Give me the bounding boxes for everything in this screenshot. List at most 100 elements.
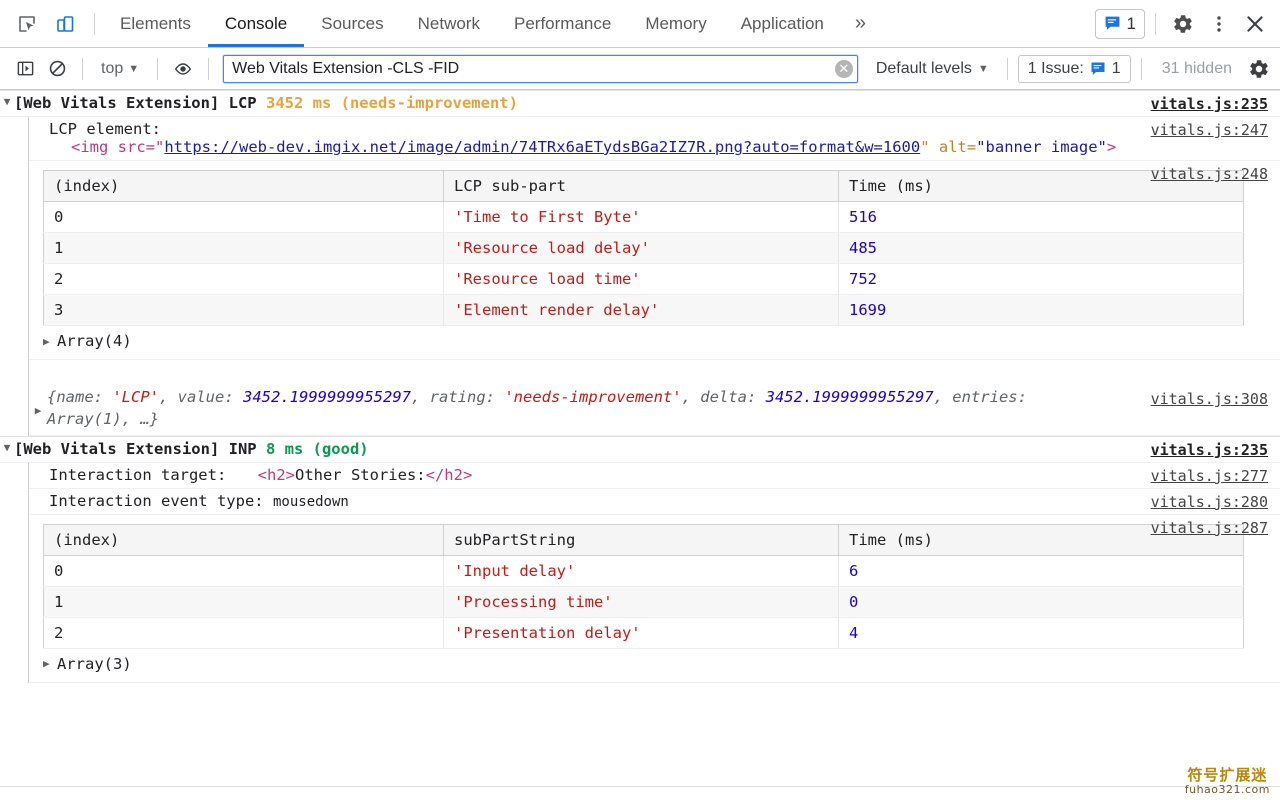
obj-open-brace: { (47, 388, 57, 406)
lcp-array-expander[interactable]: ▶ Array(4) (29, 328, 1280, 355)
clipped-message-text (0, 787, 1280, 796)
clear-filter-icon[interactable]: ✕ (834, 59, 853, 78)
cell-time: 6 (838, 555, 1244, 587)
console-message-list[interactable]: ▼ [Web Vitals Extension] LCP 3452 ms (ne… (0, 90, 1280, 800)
cell-subpart: 'Resource load delay' (443, 232, 839, 264)
tab-performance-label: Performance (513, 13, 612, 33)
tab-network-label: Network (417, 13, 480, 33)
inp-table-head: (index) subPartString Time (ms) (43, 524, 1244, 556)
inp-table-source-link[interactable]: vitals.js:287 (1151, 519, 1268, 537)
img-tag-close: > (1106, 138, 1117, 156)
console-message-lcp-object[interactable]: ▶ {name: 'LCP', value: 3452.199999995529… (29, 360, 1280, 436)
interaction-target-body: Interaction target: <h2>Other Stories:</… (29, 463, 1280, 488)
interaction-target-source-link[interactable]: vitals.js:277 (1151, 467, 1268, 485)
issues-filter-button[interactable]: 1 Issue: 1 (1017, 54, 1131, 83)
chevron-right-icon[interactable]: ▶ (43, 657, 55, 670)
more-tabs-button[interactable]: » (841, 0, 880, 47)
tabbar-right-controls: 1 (1094, 0, 1280, 47)
issue-message-icon (1091, 62, 1105, 75)
live-expression-icon (175, 62, 192, 75)
tab-network[interactable]: Network (401, 0, 497, 47)
tab-console[interactable]: Console (207, 0, 305, 47)
console-sidebar-icon (17, 61, 33, 76)
inp-subparts-table: (index) subPartString Time (ms) 0 'Input… (43, 523, 1244, 649)
panel-tabs: Elements Console Sources Network Perform… (103, 0, 1095, 47)
table-row: 0 'Time to First Byte' 516 (43, 201, 1244, 233)
console-message-lcp-element[interactable]: LCP element: <img src="https://web-dev.i… (29, 117, 1280, 161)
obj-val-entries: Array(1), …} (47, 410, 159, 429)
tabbar-left-controls (0, 0, 103, 47)
clear-console-button[interactable] (42, 54, 72, 84)
obj-key-name: name: (56, 388, 113, 406)
obj-val-value: 3452.1999999955297 (243, 388, 411, 406)
console-message-inp-table[interactable]: (index) subPartString Time (ms) 0 'Input… (29, 515, 1280, 683)
tab-sources[interactable]: Sources (304, 0, 400, 47)
filter-input[interactable] (232, 59, 835, 78)
lcp-col-index: (index) (43, 170, 444, 202)
tab-application[interactable]: Application (724, 0, 841, 47)
console-message-interaction-event[interactable]: Interaction event type: mousedown vitals… (29, 489, 1280, 515)
console-message-interaction-target[interactable]: Interaction target: <h2>Other Stories:</… (29, 463, 1280, 489)
live-expression-button[interactable] (168, 54, 198, 84)
interaction-event-source-link[interactable]: vitals.js:280 (1151, 493, 1268, 511)
inspect-element-icon (19, 15, 35, 32)
inp-metric-value: 8 ms (good) (265, 439, 369, 458)
chevron-double-right-icon: » (854, 12, 867, 34)
lcp-object-body: ▶ {name: 'LCP', value: 3452.199999995529… (29, 360, 1280, 435)
cell-index: 1 (43, 232, 444, 264)
log-levels-selector[interactable]: Default levels ▼ (868, 55, 997, 83)
lcp-object-source-link[interactable]: vitals.js:308 (1151, 390, 1268, 408)
inspect-element-button[interactable] (10, 7, 44, 41)
lcp-table-source-link[interactable]: vitals.js:248 (1151, 165, 1268, 183)
console-message-lcp-group[interactable]: ▼ [Web Vitals Extension] LCP 3452 ms (ne… (0, 90, 1280, 117)
chevron-down-icon: ▼ (977, 62, 989, 75)
console-sidebar-toggle[interactable] (10, 54, 40, 84)
execution-context-selector[interactable]: top ▼ (93, 55, 147, 83)
device-toolbar-button[interactable] (48, 7, 82, 41)
table-header-row: (index) LCP sub-part Time (ms) (43, 170, 1244, 202)
devtools-more-options-button[interactable] (1202, 7, 1236, 41)
cell-subpart: 'Processing time' (443, 586, 839, 618)
execution-context-label: top (101, 59, 124, 77)
cell-index: 0 (43, 201, 444, 233)
console-settings-button[interactable] (1244, 54, 1274, 84)
console-message-inp-group[interactable]: ▼ [Web Vitals Extension] INP 8 ms (good)… (0, 435, 1280, 463)
lcp-element-source-link[interactable]: vitals.js:247 (1151, 121, 1268, 139)
inp-col-subpart: subPartString (443, 524, 839, 556)
tab-performance[interactable]: Performance (497, 0, 628, 47)
lcp-element-label: LCP element: (49, 120, 161, 138)
filterbar-divider-1 (82, 57, 83, 80)
devtools-tabbar: Elements Console Sources Network Perform… (0, 0, 1280, 48)
obj-val-name: 'LCP' (112, 388, 160, 406)
obj-key-value: , value: (159, 388, 244, 406)
lcp-source-link[interactable]: vitals.js:235 (1151, 95, 1268, 113)
inp-array-expander[interactable]: ▶ Array(3) (29, 651, 1280, 678)
cell-subpart: 'Time to First Byte' (443, 201, 839, 233)
group-expand-toggle[interactable]: ▼ (0, 437, 14, 454)
lcp-element-label-row: LCP element: (49, 120, 1280, 138)
gear-icon (1174, 14, 1192, 33)
console-filter-field[interactable]: ✕ (223, 54, 858, 83)
inp-group-content: Interaction target: <h2>Other Stories:</… (28, 462, 1280, 683)
img-src-url[interactable]: https://web-dev.imgix.net/image/admin/74… (164, 138, 920, 156)
lcp-img-markup: <img src="https://web-dev.imgix.net/imag… (49, 138, 1280, 156)
tab-elements[interactable]: Elements (103, 0, 208, 47)
close-devtools-button[interactable] (1238, 7, 1272, 41)
issues-counter-button[interactable]: 1 (1094, 8, 1145, 39)
console-message-lcp-table[interactable]: (index) LCP sub-part Time (ms) 0 'Time t… (29, 161, 1280, 360)
devtools-settings-button[interactable] (1166, 7, 1200, 41)
inp-group-text: [Web Vitals Extension] INP 8 ms (good) (14, 437, 1280, 462)
clipped-next-message (0, 786, 1280, 800)
group-expand-toggle[interactable]: ▼ (0, 91, 14, 108)
inp-source-link[interactable]: vitals.js:235 (1151, 441, 1268, 459)
chevron-right-icon[interactable]: ▶ (29, 386, 47, 417)
chevron-right-icon[interactable]: ▶ (43, 335, 55, 348)
tab-sources-label: Sources (321, 13, 384, 33)
filterbar-divider-5 (1140, 57, 1142, 80)
inp-col-index: (index) (43, 524, 444, 556)
table-row: 3 'Element render delay' 1699 (43, 294, 1244, 326)
toolbar-divider (94, 12, 95, 35)
lcp-col-subpart: LCP sub-part (443, 170, 839, 202)
img-quote-close: " (920, 138, 930, 156)
tab-memory[interactable]: Memory (628, 0, 723, 47)
